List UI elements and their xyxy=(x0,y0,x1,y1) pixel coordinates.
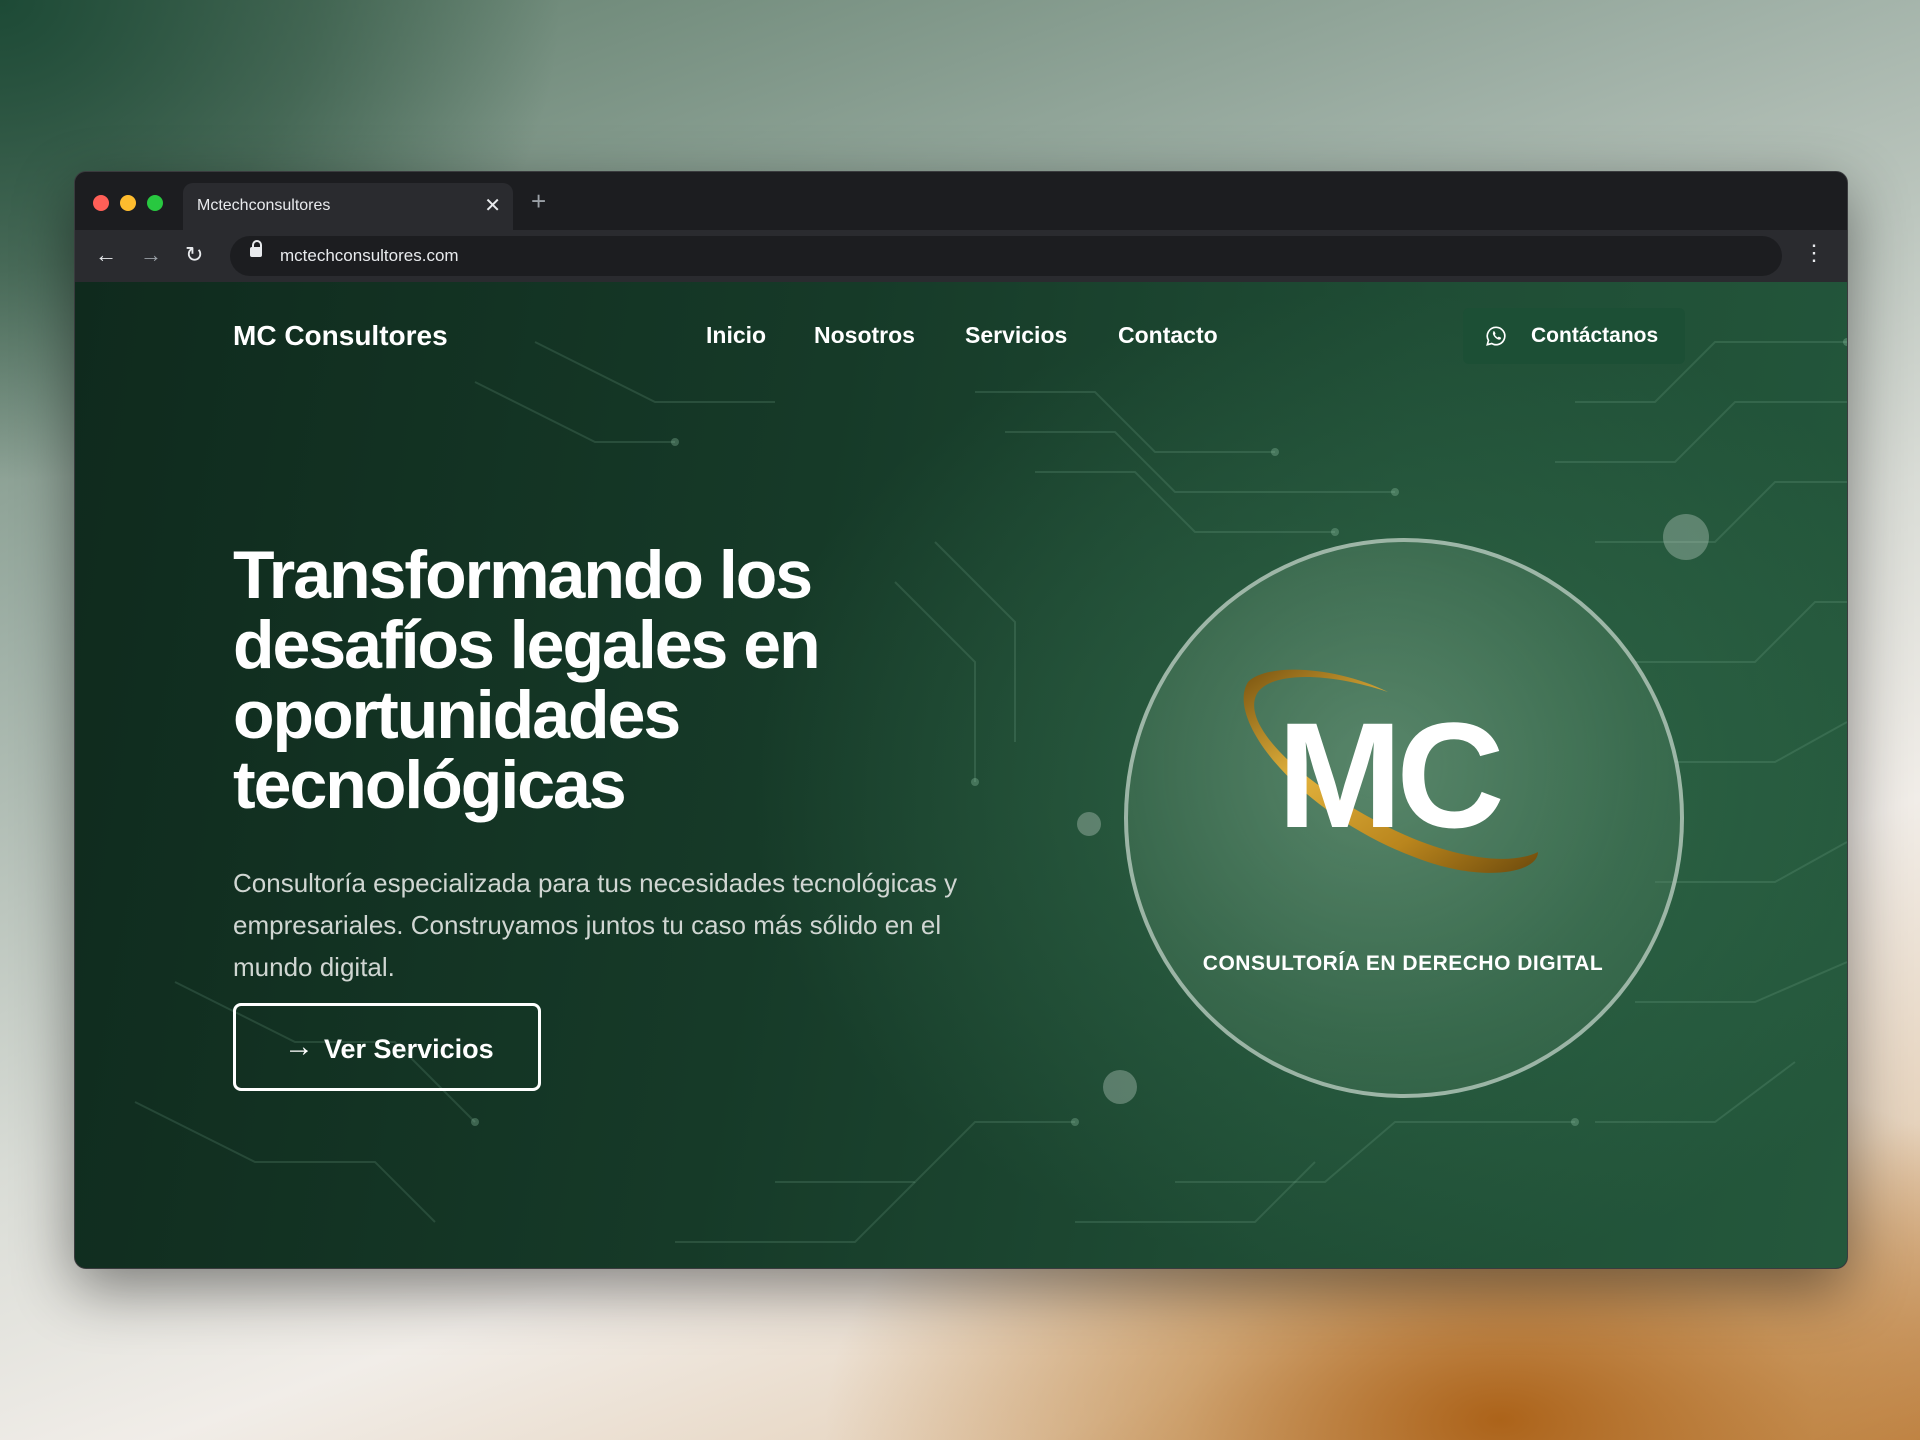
lock-icon xyxy=(250,240,262,257)
decorative-dot xyxy=(1663,514,1709,560)
arrow-right-icon: → xyxy=(284,1030,314,1063)
whatsapp-icon xyxy=(1486,326,1506,346)
nav-link-contacto[interactable]: Contacto xyxy=(1118,322,1218,349)
reload-icon[interactable]: ↻ xyxy=(185,242,203,268)
plus-icon[interactable]: + xyxy=(531,186,546,217)
logo-letters: MC xyxy=(1277,691,1501,859)
hero-headline: Transformando los desafíos legales en op… xyxy=(233,537,821,823)
maximize-window-button[interactable] xyxy=(147,195,163,211)
nav-link-servicios[interactable]: Servicios xyxy=(965,322,1067,349)
mc-logo: MC xyxy=(1243,669,1538,873)
url-text: mctechconsultores.com xyxy=(280,246,459,265)
brand-badge: MC CONSULTORÍA EN DERECHO DIGITAL xyxy=(1124,538,1684,1098)
forward-arrow-icon[interactable]: → xyxy=(140,242,162,268)
browser-window: Mctechconsultores ✕ + ← → ↻ mctechconsul… xyxy=(74,171,1848,1269)
close-window-button[interactable] xyxy=(93,195,109,211)
nav-link-inicio[interactable]: Inicio xyxy=(706,322,766,349)
close-icon[interactable]: ✕ xyxy=(484,193,501,218)
browser-toolbar: ← → ↻ mctechconsultores.com ⋮ xyxy=(75,230,1847,282)
decorative-dot xyxy=(1103,1070,1137,1104)
website-hero: MC Consultores Inicio Nosotros Servicios… xyxy=(75,282,1847,1268)
contact-button-label: Contáctanos xyxy=(1531,324,1659,347)
badge-caption: CONSULTORÍA EN DERECHO DIGITAL xyxy=(1202,952,1604,975)
contact-whatsapp-button[interactable]: Contáctanos xyxy=(1463,308,1685,364)
tab-title: Mctechconsultores xyxy=(197,197,331,214)
decorative-dot xyxy=(1077,812,1101,836)
cta-label: Ver Servicios xyxy=(324,1034,494,1064)
browser-tab[interactable]: Mctechconsultores ✕ xyxy=(183,183,513,230)
address-bar[interactable]: mctechconsultores.com xyxy=(230,236,1782,276)
minimize-window-button[interactable] xyxy=(120,195,136,211)
nav-link-nosotros[interactable]: Nosotros xyxy=(814,322,915,349)
back-arrow-icon[interactable]: ← xyxy=(95,242,117,268)
site-logo[interactable]: MC Consultores xyxy=(233,320,448,352)
hero-subheadline: Consultoría especializada para tus neces… xyxy=(233,868,958,982)
view-services-button[interactable]: → Ver Servicios xyxy=(233,1003,541,1091)
kebab-menu-icon[interactable]: ⋮ xyxy=(1803,242,1825,264)
tab-bar: Mctechconsultores ✕ + xyxy=(75,172,1847,230)
